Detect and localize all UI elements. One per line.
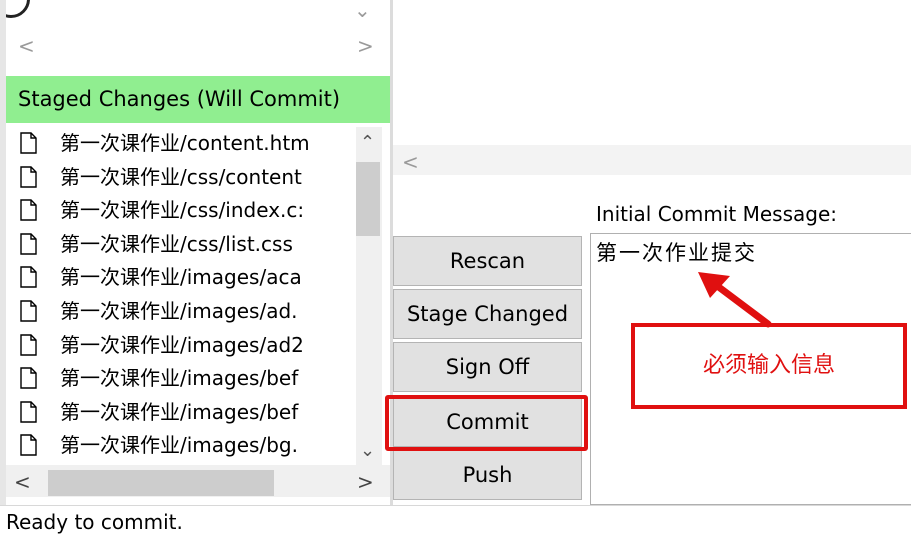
file-name: 第一次课作业/content.htm — [60, 131, 310, 155]
file-list-item[interactable]: 第一次课作业/images/ad2 — [6, 329, 356, 362]
file-icon — [20, 434, 37, 457]
file-icon — [20, 401, 37, 423]
file-icon — [20, 165, 37, 188]
chevron-left-icon[interactable]: < — [402, 152, 419, 172]
annotation-arrow-icon — [698, 272, 772, 328]
file-icon — [20, 266, 37, 289]
file-list-item[interactable]: 第一次课作业/images/ad. — [6, 295, 356, 328]
horizontal-scroll-thumb[interactable] — [48, 470, 274, 496]
chevron-left-icon[interactable]: < — [14, 472, 31, 492]
file-name: 第一次课作业/images/bef — [60, 366, 299, 391]
file-name: 第一次课作业/css/list.css — [60, 231, 293, 256]
rescan-button[interactable]: Rescan — [393, 236, 582, 286]
file-list-item[interactable]: 第一次课作业/images/bef — [6, 362, 356, 395]
chevron-up-icon[interactable]: ⌃ — [360, 132, 375, 153]
file-name: 第一次课作业/images/ad. — [60, 299, 298, 323]
staged-changes-header: Staged Changes (Will Commit) — [6, 76, 390, 123]
file-name: 第一次课作业/images/ad2 — [60, 332, 304, 357]
push-button[interactable]: Push — [393, 450, 582, 500]
file-list-item[interactable]: 第一次课作业/css/index.c: — [6, 194, 356, 227]
vertical-scroll-thumb[interactable] — [356, 162, 380, 236]
unstaged-horizontal-scrollbar[interactable] — [6, 26, 390, 66]
annotation-text: 必须输入信息 — [702, 353, 835, 378]
file-icon — [20, 233, 37, 255]
file-icon — [20, 333, 37, 356]
file-name: 第一次课作业/images/bg. — [60, 433, 298, 458]
file-icon — [20, 132, 37, 154]
staged-file-list: 第一次课作业/content.htm 第一次课作业/css/content 第一次课… — [6, 127, 356, 465]
file-name: 第一次课作业/css/content — [60, 164, 302, 189]
status-text: Ready to commit. — [6, 510, 183, 534]
commit-message-text: 第一次作业提交 — [596, 241, 757, 265]
chevron-down-icon[interactable]: ⌄ — [354, 0, 371, 20]
commit-message-label: Initial Commit Message: — [596, 202, 838, 226]
file-list-item[interactable]: 第一次课作业/css/content — [6, 161, 356, 194]
commit-button-highlight — [385, 395, 588, 451]
sign-off-button[interactable]: Sign Off — [393, 342, 582, 392]
file-icon — [20, 300, 37, 322]
chevron-right-icon[interactable]: > — [357, 36, 374, 56]
file-name: 第一次课作业/images/bef — [60, 399, 299, 424]
file-list-item[interactable]: 第一次课作业/css/list.css — [6, 228, 356, 261]
stage-changed-button[interactable]: Stage Changed — [393, 289, 582, 339]
chevron-down-icon[interactable]: ⌄ — [360, 440, 375, 461]
file-list-item[interactable]: 第一次课作业/images/bef — [6, 396, 356, 429]
chevron-right-icon[interactable]: > — [357, 472, 374, 492]
chevron-left-icon[interactable]: < — [18, 36, 35, 56]
file-list-item[interactable]: 第一次课作业/images/bg. — [6, 429, 356, 462]
file-name: 第一次课作业/images/aca — [60, 265, 302, 290]
file-name: 第一次课作业/css/index.c: — [60, 198, 305, 223]
file-icon — [20, 367, 37, 389]
file-icon — [20, 199, 37, 221]
file-list-item[interactable]: 第一次课作业/content.htm — [6, 127, 356, 160]
diff-horizontal-scrollbar[interactable] — [393, 145, 911, 175]
file-list-item[interactable]: 第一次课作业/images/aca — [6, 261, 356, 294]
